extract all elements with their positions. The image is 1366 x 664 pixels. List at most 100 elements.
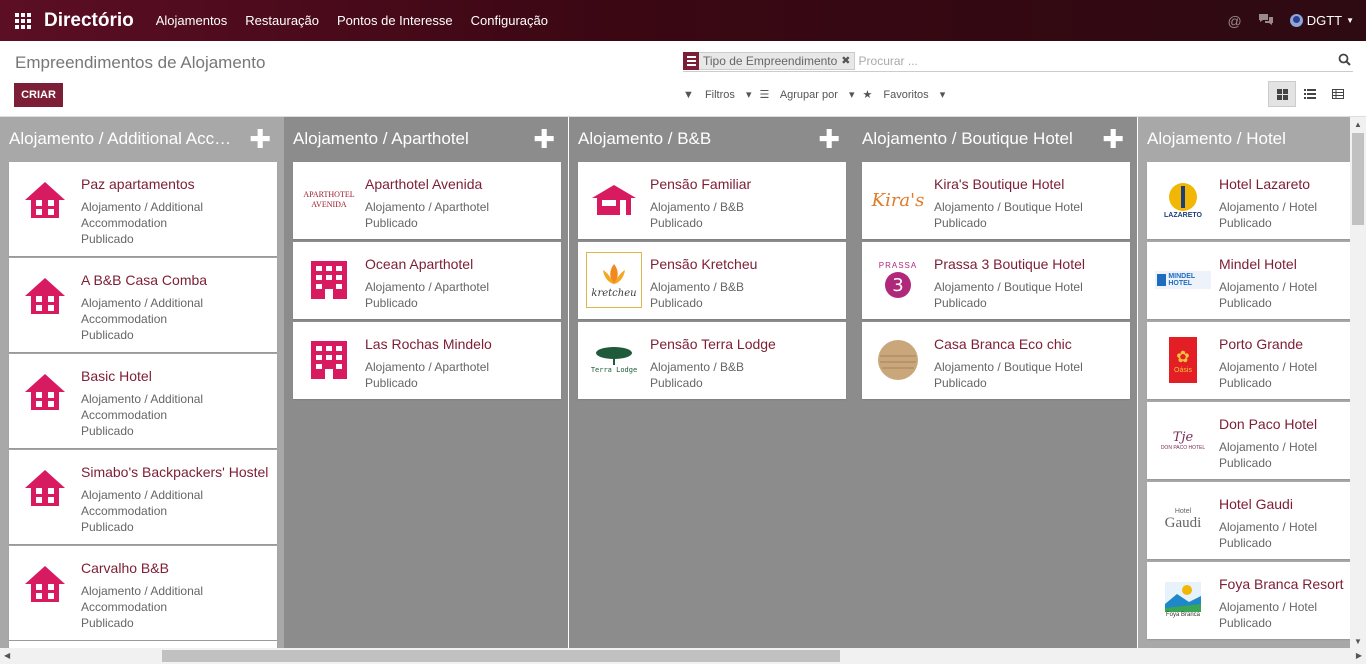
record-image (301, 258, 357, 302)
record-type: Alojamento / B&B Publicado (650, 359, 840, 391)
record-name[interactable]: Porto Grande (1219, 336, 1303, 352)
record-name[interactable]: Kira's Boutique Hotel (934, 176, 1064, 192)
record-name[interactable]: Basic Hotel (81, 368, 152, 384)
kanban-card[interactable]: MINDEL HOTEL Mindel Hotel Alojamento / Hot… (1147, 242, 1350, 319)
kanban-card[interactable]: ✿ Oásis Porto Grande Alojamento / Hotel Publ… (1147, 322, 1350, 399)
add-record-icon[interactable]: ✚ (818, 126, 840, 152)
kanban-card[interactable]: Paz apartamentos Alojamento / Additional … (9, 162, 277, 256)
kanban-column-header[interactable]: Alojamento / Boutique Hotel ✚ (853, 117, 1137, 160)
record-image (17, 370, 73, 414)
kanban-column-header[interactable]: Alojamento / Additional Acco... ✚ (0, 117, 284, 160)
record-name[interactable]: Hotel Lazareto (1219, 176, 1310, 192)
favorites-dropdown[interactable]: ★ Favoritos ▾ (862, 88, 945, 101)
menu-item-configuracao[interactable]: Configuração (471, 13, 548, 28)
app-brand[interactable]: Directório (44, 10, 134, 32)
record-name[interactable]: Casa Branca Eco chic (934, 336, 1072, 352)
scroll-left-icon[interactable]: ◀ (4, 651, 10, 660)
kanban-card[interactable]: Casa Branca Eco chic Alojamento / Boutiqu… (862, 322, 1130, 399)
kanban-column: Alojamento / Hotel LAZARETO Hotel Lazareto… (1138, 117, 1350, 648)
list-view-icon[interactable] (1296, 81, 1324, 107)
column-title: Alojamento / Aparthotel (293, 128, 469, 148)
record-name[interactable]: Prassa 3 Boutique Hotel (934, 256, 1085, 272)
record-type: Alojamento / Boutique Hotel Publicado (934, 199, 1124, 231)
record-name[interactable]: Carvalho B&B (81, 560, 169, 576)
record-status: Publicado (650, 296, 703, 310)
scroll-down-icon[interactable]: ▼ (1354, 637, 1362, 646)
record-name[interactable]: Pensão Kretcheu (650, 256, 757, 272)
column-title: Alojamento / B&B (578, 128, 712, 148)
main-menu: Alojamentos Restauração Pontos de Intere… (156, 13, 566, 28)
add-record-icon[interactable]: ✚ (533, 126, 555, 152)
create-button[interactable]: CRIAR (14, 83, 63, 107)
menu-item-pontos-interesse[interactable]: Pontos de Interesse (337, 13, 453, 28)
record-name[interactable]: Pensão Terra Lodge (650, 336, 776, 352)
record-status: Publicado (81, 232, 134, 246)
record-type: Alojamento / B&B Publicado (650, 279, 840, 311)
activity-icon[interactable]: @ (1227, 13, 1241, 29)
kanban-view-icon[interactable] (1268, 81, 1296, 107)
remove-facet-icon[interactable]: ✖ (841, 54, 853, 67)
menu-item-alojamentos[interactable]: Alojamentos (156, 13, 228, 28)
pivot-view-icon[interactable] (1324, 81, 1352, 107)
search-icon[interactable] (1338, 53, 1351, 66)
record-name[interactable]: Don Paco Hotel (1219, 416, 1317, 432)
menu-item-restauracao[interactable]: Restauração (245, 13, 319, 28)
control-panel: Empreendimentos de Alojamento CRIAR Tipo… (0, 41, 1366, 117)
vertical-scroll-thumb[interactable] (1352, 133, 1364, 225)
record-image: MINDEL HOTEL (1155, 258, 1211, 302)
record-name[interactable]: A B&B Casa Comba (81, 272, 207, 288)
record-name[interactable]: Foya Branca Resort (1219, 576, 1344, 592)
record-status: Publicado (365, 216, 418, 230)
record-status: Publicado (1219, 376, 1272, 390)
scroll-up-icon[interactable]: ▲ (1354, 120, 1362, 129)
kanban-card[interactable]: Foya Branca Foya Branca Resort Alojamento … (1147, 562, 1350, 639)
kanban-card[interactable]: Kira's Kira's Boutique Hotel Alojamento / … (862, 162, 1130, 239)
record-image (301, 338, 357, 382)
record-name[interactable]: Aparthotel Avenida (365, 176, 482, 192)
record-name[interactable]: Pensão Familiar (650, 176, 751, 192)
kanban-card[interactable]: Las Rochas Mindelo Alojamento / Aparthote… (293, 322, 561, 399)
apps-menu-icon[interactable] (12, 10, 34, 32)
kanban-column-header[interactable]: Alojamento / Hotel (1138, 117, 1350, 160)
kanban-column-header[interactable]: Alojamento / B&B ✚ (569, 117, 853, 160)
horizontal-scrollbar[interactable]: ◀ ▶ (0, 648, 1366, 664)
horizontal-scroll-thumb[interactable] (162, 650, 840, 662)
groupby-dropdown[interactable]: ☰ Agrupar por ▾ (759, 88, 854, 101)
record-name[interactable]: Ocean Aparthotel (365, 256, 473, 272)
kanban-card[interactable]: Simabo's Backpackers' Hostel Alojamento /… (9, 450, 277, 544)
kanban-card[interactable]: PRASSA 3 Prassa 3 Boutique Hotel Alojamento… (862, 242, 1130, 319)
record-type: Alojamento / Hotel Publicado (1219, 439, 1350, 471)
kanban-card[interactable]: kretcheu Pensão Kretcheu Alojamento / B&B P… (578, 242, 846, 319)
user-menu[interactable]: DGTT ▼ (1289, 13, 1354, 28)
record-status: Publicado (1219, 456, 1272, 470)
record-name[interactable]: Simabo's Backpackers' Hostel (81, 464, 268, 480)
vertical-scrollbar[interactable]: ▲ ▼ (1350, 117, 1366, 648)
kanban-card[interactable]: Terra Lodge Pensão Terra Lodge Alojamento … (578, 322, 846, 399)
search-input[interactable]: Procurar ... (859, 54, 918, 68)
kanban-card[interactable]: Carvalho B&B Alojamento / Additional Acco… (9, 546, 277, 640)
record-name[interactable]: Paz apartamentos (81, 176, 195, 192)
record-type: Alojamento / Aparthotel Publicado (365, 199, 555, 231)
kanban-card[interactable]: A B&B Casa Comba Alojamento / Additional … (9, 258, 277, 352)
record-image: PRASSA 3 (878, 260, 918, 298)
record-name[interactable]: Las Rochas Mindelo (365, 336, 492, 352)
kanban-card[interactable]: Pensão Familiar Alojamento / B&B Publicado (578, 162, 846, 239)
search-bar: Tipo de Empreendimento ✖ Procurar ... (683, 50, 1353, 72)
record-name[interactable]: Mindel Hotel (1219, 256, 1297, 272)
kanban-card[interactable]: Basic Hotel Alojamento / Additional Accom… (9, 354, 277, 448)
kanban-card[interactable]: Tje DON PACO HOTEL Don Paco Hotel Alojament… (1147, 402, 1350, 479)
record-status: Publicado (934, 216, 987, 230)
filters-dropdown[interactable]: ▼ Filtros ▾ (683, 88, 751, 101)
kanban-column-header[interactable]: Alojamento / Aparthotel ✚ (284, 117, 568, 160)
chat-icon[interactable] (1258, 13, 1274, 29)
search-facet[interactable]: Tipo de Empreendimento ✖ (683, 51, 855, 70)
kanban-card[interactable]: Ocean Aparthotel Alojamento / Aparthotel P… (293, 242, 561, 319)
record-status: Publicado (81, 520, 134, 534)
add-record-icon[interactable]: ✚ (1102, 126, 1124, 152)
kanban-card[interactable]: APARTHOTEL AVENIDA Aparthotel Avenida Aloj… (293, 162, 561, 239)
kanban-card[interactable]: Hotel Gaudi Hotel Gaudi Alojamento / Hotel P… (1147, 482, 1350, 559)
kanban-card[interactable]: LAZARETO Hotel Lazareto Alojamento / Hotel… (1147, 162, 1350, 239)
scroll-right-icon[interactable]: ▶ (1356, 651, 1362, 660)
record-name[interactable]: Hotel Gaudi (1219, 496, 1293, 512)
add-record-icon[interactable]: ✚ (249, 126, 271, 152)
